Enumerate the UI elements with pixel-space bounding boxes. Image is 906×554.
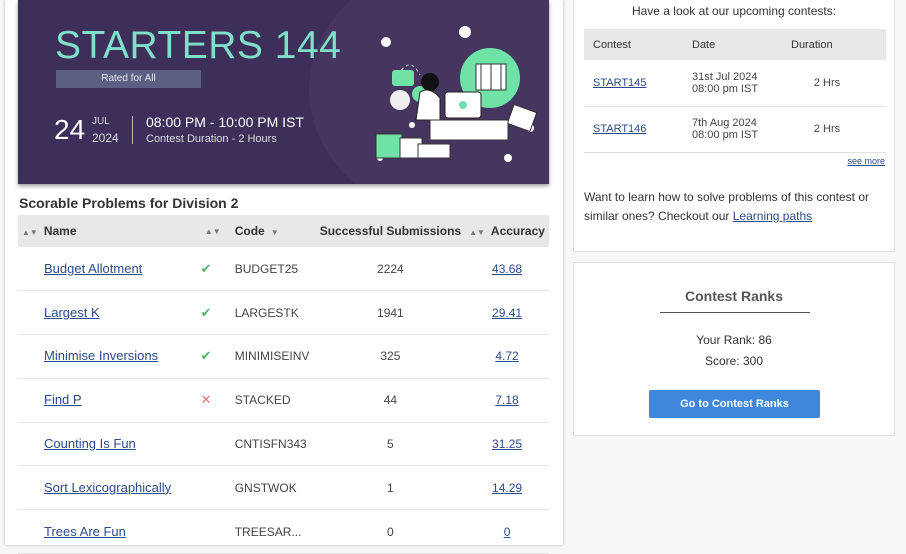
upcoming-row: START145 31st Jul 2024 08:00 pm IST 2 Hrs <box>584 60 886 107</box>
problem-code: TREESAR... <box>230 509 316 554</box>
problem-row: Largest K ✔ LARGESTK 1941 29.41 <box>18 290 549 336</box>
contest-time: 08:00 pm IST <box>692 129 759 141</box>
upcoming-table: Contest Date Duration START145 31st Jul … <box>584 29 886 153</box>
problem-submissions: 5 <box>315 422 466 467</box>
learning-paths-text: Want to learn how to solve problems of t… <box>584 188 884 226</box>
header-code-label: Code <box>234 224 265 238</box>
header-accuracy-label: Accuracy <box>490 224 545 238</box>
problem-row: Budget Allotment ✔ BUDGET25 2224 43.68 <box>18 247 549 292</box>
banner-duration: Contest Duration - 2 Hours <box>146 133 277 145</box>
contest-banner: STARTERS 144 Rated for All 24 JUL 2024 0… <box>18 0 549 184</box>
check-icon: ✔ <box>200 348 212 364</box>
see-more-link[interactable]: see more <box>847 156 885 166</box>
problem-link[interactable]: Largest K <box>44 305 100 320</box>
problem-code: STACKED <box>230 378 316 423</box>
cross-icon: ✕ <box>200 392 212 408</box>
problem-submissions: 44 <box>315 378 466 423</box>
banner-divider <box>132 116 133 144</box>
problem-code: GNSTWOK <box>230 465 316 511</box>
problem-code: LARGESTK <box>230 290 316 336</box>
header-name-label: Name <box>43 224 77 238</box>
accuracy-link[interactable]: 43.68 <box>492 262 522 276</box>
problem-link[interactable]: Sort Lexicographically <box>44 480 171 495</box>
problem-row: Find P ✕ STACKED 44 7.18 <box>18 378 549 423</box>
problems-header-row: ▲▼ Name ▲▼ Code ▼ Successful Submissions ▲… <box>18 215 549 247</box>
problem-link[interactable]: Minimise Inversions <box>44 348 158 363</box>
contest-date: 31st Jul 2024 <box>692 70 758 83</box>
problem-code: CNTISFN343 <box>230 422 316 467</box>
score: Score: 300 <box>704 354 764 368</box>
coder-illustration <box>375 26 538 162</box>
banner-month: JUL <box>92 116 110 127</box>
contest-date: 7th Aug 2024 <box>692 117 757 129</box>
header-name[interactable]: ▲▼ Name <box>18 215 197 247</box>
sort-down-icon: ▼ <box>270 228 279 237</box>
check-icon: ✔ <box>200 304 212 320</box>
problem-link[interactable]: Budget Allotment <box>44 261 142 276</box>
banner-day: 24 <box>54 114 86 145</box>
problem-link[interactable]: Find P <box>44 392 82 407</box>
contest-time: 08:00 pm IST <box>692 82 759 95</box>
accuracy-link[interactable]: 14.29 <box>492 481 522 495</box>
ranks-title: Contest Ranks <box>684 288 784 304</box>
sort-icon: ▲▼ <box>204 226 221 236</box>
problem-submissions: 0 <box>315 509 466 554</box>
check-icon: ✔ <box>200 260 212 276</box>
accuracy-link[interactable]: 29.41 <box>492 306 522 320</box>
upcoming-row: START146 7th Aug 2024 08:00 pm IST 2 Hrs <box>584 106 886 153</box>
upcoming-header-contest: Contest <box>593 38 631 51</box>
banner-title: STARTERS 144 <box>55 24 342 67</box>
upcoming-header-row: Contest Date Duration <box>584 29 886 60</box>
banner-year: 2024 <box>92 131 119 145</box>
problems-table: ▲▼ Name ▲▼ Code ▼ Successful Submissions ▲… <box>18 215 549 554</box>
accuracy-link[interactable]: 0 <box>504 525 511 539</box>
rated-badge: Rated for All <box>56 70 201 88</box>
upcoming-header-date: Date <box>692 38 716 51</box>
problem-link[interactable]: Counting Is Fun <box>44 436 136 451</box>
header-submissions-label: Successful Submissions <box>319 224 462 238</box>
contest-link[interactable]: START145 <box>593 77 646 89</box>
header-submissions[interactable]: Successful Submissions <box>316 215 465 247</box>
your-rank: Your Rank: 86 <box>696 333 772 347</box>
accuracy-link[interactable]: 4.72 <box>495 349 518 363</box>
upcoming-contests-card: Have a look at our upcoming contests: Co… <box>573 0 895 252</box>
problem-row: Minimise Inversions ✔ MINIMISEINV 325 4.… <box>18 334 549 379</box>
upcoming-heading: Have a look at our upcoming contests: <box>631 4 837 18</box>
ranks-divider <box>660 312 810 313</box>
upcoming-header-duration: Duration <box>791 38 833 51</box>
problem-code: BUDGET25 <box>230 247 316 292</box>
contest-duration: 2 Hrs <box>782 60 886 107</box>
contest-duration: 2 Hrs <box>782 106 886 153</box>
learning-paths-link[interactable]: Learning paths <box>733 209 812 223</box>
header-accuracy[interactable]: ▲▼ Accuracy <box>465 215 549 247</box>
header-code[interactable]: Code ▼ <box>231 215 316 247</box>
contest-link[interactable]: START146 <box>593 123 646 135</box>
go-to-contest-ranks-button[interactable]: Go to Contest Ranks <box>649 390 820 418</box>
header-status[interactable]: ▲▼ <box>197 215 231 247</box>
problem-submissions: 1941 <box>315 290 466 336</box>
contest-ranks-card: Contest Ranks Your Rank: 86 Score: 300 G… <box>573 262 895 436</box>
problem-submissions: 2224 <box>315 247 466 292</box>
problem-row: Sort Lexicographically GNSTWOK 1 14.29 <box>18 465 549 511</box>
accuracy-link[interactable]: 31.25 <box>492 437 522 451</box>
banner-time: 08:00 PM - 10:00 PM IST <box>146 114 304 130</box>
problem-submissions: 325 <box>315 334 466 379</box>
problem-submissions: 1 <box>315 465 466 511</box>
problem-link[interactable]: Trees Are Fun <box>44 524 126 539</box>
sort-icon: ▲▼ <box>469 228 485 237</box>
problems-section-title: Scorable Problems for Division 2 <box>19 195 239 211</box>
sort-icon: ▲▼ <box>22 228 38 237</box>
problem-code: MINIMISEINV <box>230 334 316 379</box>
problem-row: Trees Are Fun TREESAR... 0 0 <box>18 509 549 554</box>
problem-row: Counting Is Fun CNTISFN343 5 31.25 <box>18 422 549 467</box>
accuracy-link[interactable]: 7.18 <box>495 393 518 407</box>
learn-text: Want to learn how to solve problems of t… <box>584 190 870 223</box>
